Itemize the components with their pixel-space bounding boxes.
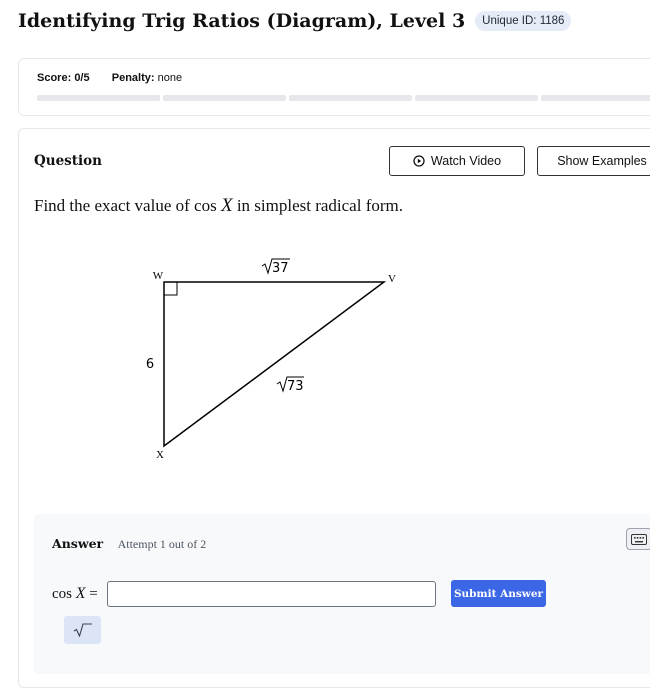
progress-bar — [37, 95, 650, 101]
penalty-value: none — [157, 72, 183, 84]
title-row: Identifying Trig Ratios (Diagram), Level… — [18, 10, 572, 32]
progress-segment — [37, 95, 160, 101]
progress-segment — [289, 95, 412, 101]
prompt-after: in simplest radical form. — [236, 196, 403, 215]
vertex-label-x: X — [156, 449, 164, 461]
side-label-wv: 37 — [261, 258, 290, 276]
progress-segment — [541, 95, 650, 101]
eq-sign: = — [89, 586, 98, 602]
unique-id-badge: Unique ID: 1186 — [475, 11, 572, 31]
triangle-diagram: W V X 6 37 73 — [146, 258, 396, 461]
score-text: Score: 0/5 Penalty: none — [37, 72, 182, 84]
score-card: Score: 0/5 Penalty: none — [18, 58, 650, 116]
progress-segment — [415, 95, 538, 101]
side-label-xv: 73 — [276, 376, 304, 394]
eq-variable: X — [75, 585, 86, 602]
score-label: Score: — [37, 72, 72, 84]
penalty-label: Penalty: — [111, 72, 155, 84]
submit-answer-button[interactable]: Submit Answer — [451, 580, 546, 607]
square-root-icon — [73, 623, 92, 637]
watch-video-label: Watch Video — [430, 154, 502, 168]
question-prompt: Find the exact value of cos X in simples… — [34, 195, 403, 217]
side-label-wx: 6 — [146, 357, 154, 372]
answer-section: Answer Attempt 1 out of 2 cos X = Submit… — [34, 514, 650, 674]
answer-header: Answer Attempt 1 out of 2 — [52, 535, 206, 553]
vertex-label-v: V — [388, 273, 396, 285]
score-value: 0/5 — [74, 72, 90, 84]
page-title: Identifying Trig Ratios (Diagram), Level… — [18, 10, 466, 32]
radicand-xv: 73 — [287, 379, 304, 394]
prompt-before: Find the exact value of cos — [34, 196, 217, 215]
eq-function: cos — [52, 586, 72, 602]
vertex-label-w: W — [153, 270, 164, 282]
progress-segment — [163, 95, 286, 101]
show-examples-button[interactable]: Show Examples — [537, 146, 650, 176]
right-angle-marker — [163, 281, 178, 296]
triangle-shape — [163, 281, 387, 448]
watch-video-button[interactable]: Watch Video — [389, 146, 525, 176]
attempt-counter: Attempt 1 out of 2 — [117, 537, 207, 551]
answer-title: Answer — [52, 536, 104, 551]
prompt-variable: X — [220, 195, 233, 216]
answer-input[interactable] — [107, 581, 436, 607]
play-circle-icon — [413, 155, 425, 167]
equation-label: cos X = — [52, 585, 98, 603]
radicand-wv: 37 — [272, 261, 289, 276]
keyboard-toggle-button[interactable] — [626, 528, 650, 550]
question-heading: Question — [34, 153, 102, 169]
insert-sqrt-button[interactable] — [64, 616, 101, 644]
keyboard-icon — [631, 533, 647, 545]
